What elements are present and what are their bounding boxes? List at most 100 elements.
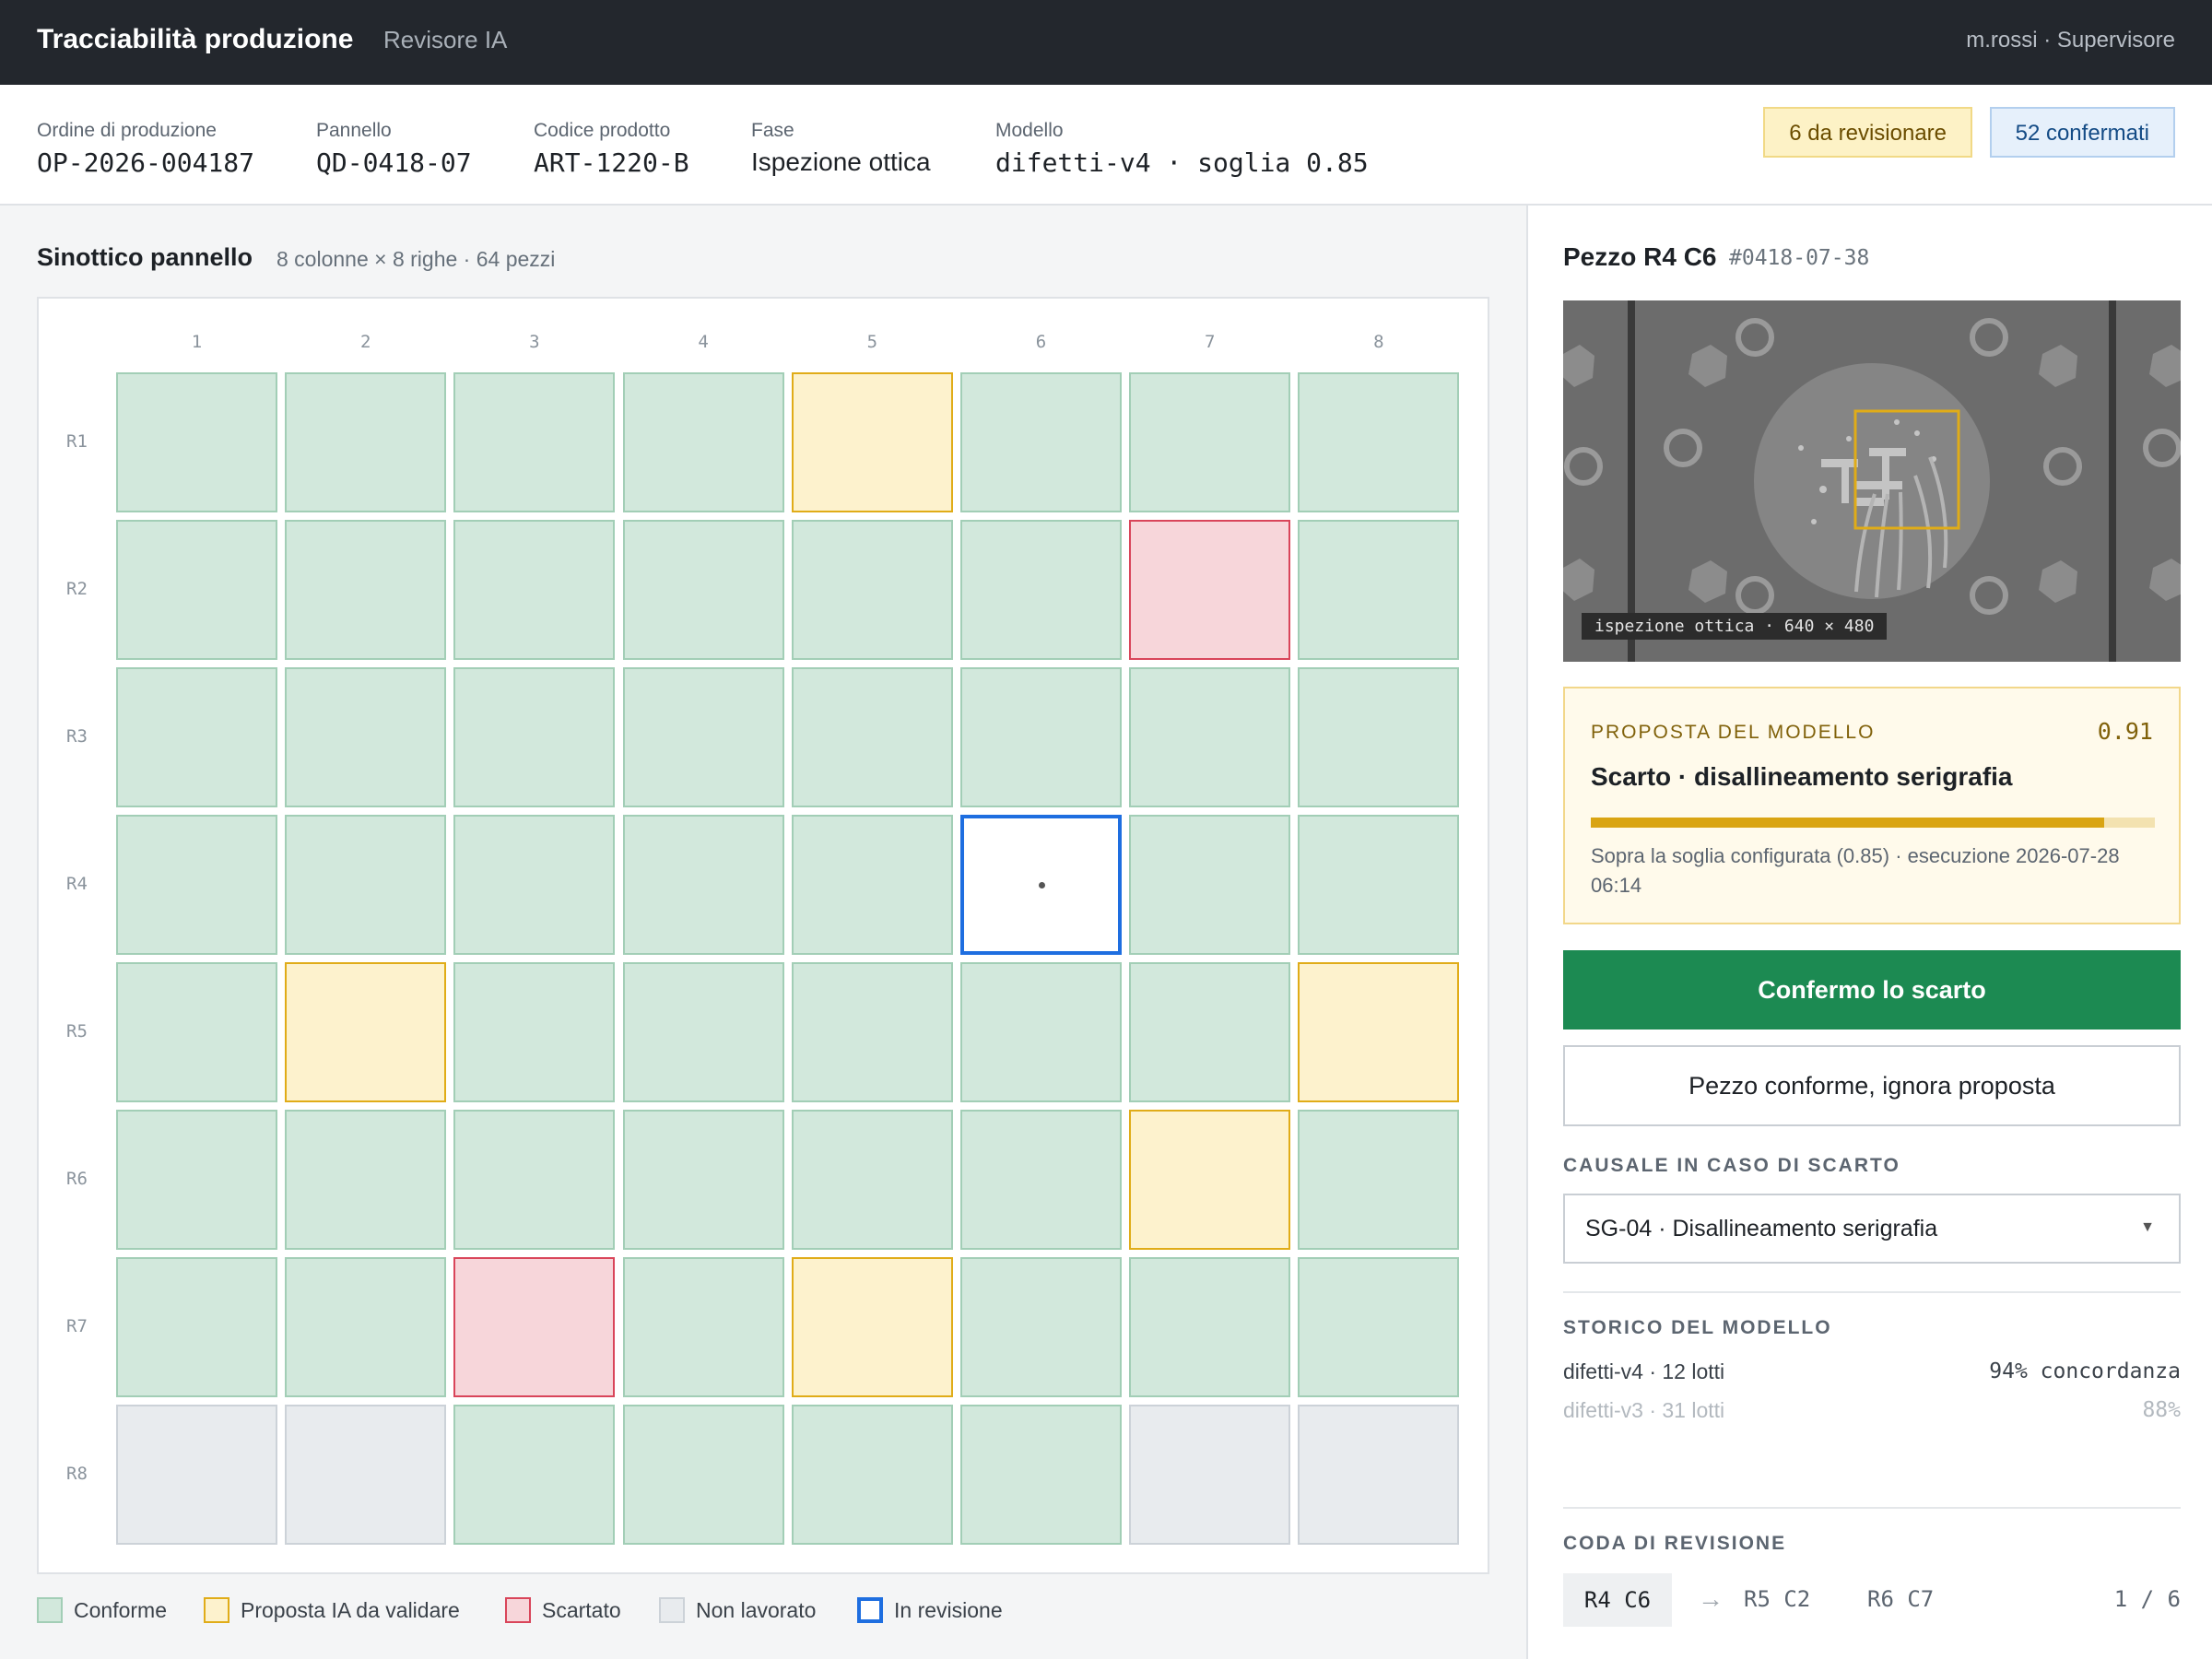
panel-cell-r6-c4[interactable] [622, 1110, 784, 1250]
panel-cell-r8-c5[interactable] [791, 1405, 953, 1545]
panel-cell-r7-c3[interactable] [453, 1257, 616, 1397]
panel-cell-r2-c2[interactable] [285, 520, 447, 660]
panel-cell-r5-c8[interactable] [1298, 962, 1460, 1102]
panel-cell-r5-c7[interactable] [1129, 962, 1291, 1102]
column-label: 7 [1204, 332, 1216, 352]
panel-cell-r7-c1[interactable] [116, 1257, 277, 1397]
panel-cell-r7-c2[interactable] [285, 1257, 447, 1397]
ignore-proposal-button[interactable]: Pezzo conforme, ignora proposta [1563, 1045, 2181, 1126]
panel-cell-r3-c3[interactable] [453, 667, 616, 807]
panel-cell-r5-c3[interactable] [453, 962, 616, 1102]
panel-cell-r8-c2[interactable] [285, 1405, 447, 1545]
panel-subtitle: 8 colonne × 8 righe · 64 pezzi [276, 247, 556, 271]
legend-proposta: Proposta IA da validare [204, 1596, 460, 1628]
panel-cell-r5-c5[interactable] [791, 962, 953, 1102]
to-review-badge[interactable]: 6 da revisionare [1763, 107, 1972, 158]
panel-cell-r4-c3[interactable] [453, 815, 616, 955]
panel-cell-r3-c8[interactable] [1298, 667, 1460, 807]
nav-link-ai-reviewer[interactable]: Revisore IA [383, 26, 507, 54]
panel-cell-r2-c3[interactable] [453, 520, 616, 660]
panel-cell-r1-c7[interactable] [1129, 372, 1291, 512]
panel-cell-r7-c5[interactable] [791, 1257, 953, 1397]
user-menu[interactable]: m.rossi · Supervisore [1966, 28, 2175, 53]
legend-non-lavorato: Non lavorato [659, 1596, 816, 1628]
panel-cell-r5-c2[interactable] [285, 962, 447, 1102]
legend-swatch [857, 1596, 883, 1623]
app-title[interactable]: Tracciabilità produzione [37, 24, 353, 55]
inspection-image[interactable]: ispezione ottica · 640 × 480 [1563, 300, 2181, 662]
panel-cell-r7-c8[interactable] [1298, 1257, 1460, 1397]
field-label: Codice prodotto [534, 120, 671, 141]
panel-cell-r4-c8[interactable] [1298, 815, 1460, 955]
panel-cell-r4-c6[interactable] [960, 815, 1122, 955]
panel-cell-r4-c4[interactable] [622, 815, 784, 955]
panel-cell-r3-c7[interactable] [1129, 667, 1291, 807]
panel-cell-r1-c6[interactable] [960, 372, 1122, 512]
history-score: 88% [2142, 1398, 2181, 1422]
panel-cell-r6-c3[interactable] [453, 1110, 616, 1250]
field-order: Ordine di produzione OP-2026-004187 [37, 120, 254, 178]
panel-cell-r2-c4[interactable] [622, 520, 784, 660]
panel-cell-r6-c1[interactable] [116, 1110, 277, 1250]
panel-cell-r4-c5[interactable] [791, 815, 953, 955]
panel-cell-r2-c1[interactable] [116, 520, 277, 660]
panel-cell-r1-c8[interactable] [1298, 372, 1460, 512]
panel-cell-r1-c4[interactable] [622, 372, 784, 512]
panel-cell-r8-c4[interactable] [622, 1405, 784, 1545]
panel-cell-r5-c1[interactable] [116, 962, 277, 1102]
panel-cell-r6-c5[interactable] [791, 1110, 953, 1250]
field-label: Pannello [316, 120, 392, 141]
panel-cell-r2-c6[interactable] [960, 520, 1122, 660]
field-label: Modello [995, 120, 1064, 141]
legend-label: Conforme [74, 1598, 167, 1622]
panel-cell-r1-c3[interactable] [453, 372, 616, 512]
panel-cell-r6-c7[interactable] [1129, 1110, 1291, 1250]
panel-cell-r6-c8[interactable] [1298, 1110, 1460, 1250]
queue-item[interactable]: R5 C2 [1744, 1586, 1810, 1612]
panel-cell-r3-c4[interactable] [622, 667, 784, 807]
inspection-image-render [1563, 300, 2181, 662]
panel-cell-r3-c6[interactable] [960, 667, 1122, 807]
column-label: 1 [191, 332, 203, 352]
panel-cell-r6-c6[interactable] [960, 1110, 1122, 1250]
cause-select[interactable]: SG-04 · Disallineamento serigrafia ▼ [1563, 1194, 2181, 1264]
confidence-bar [1591, 818, 2155, 828]
column-label: 2 [359, 332, 371, 352]
field-model: Modello difetti-v4 · soglia 0.85 [995, 120, 1369, 178]
panel-cell-r7-c7[interactable] [1129, 1257, 1291, 1397]
panel-cell-r4-c1[interactable] [116, 815, 277, 955]
panel-cell-r2-c8[interactable] [1298, 520, 1460, 660]
divider [1563, 1291, 2181, 1293]
panel-cell-r1-c5[interactable] [791, 372, 953, 512]
panel-cell-r8-c7[interactable] [1129, 1405, 1291, 1545]
queue-current-item[interactable]: R4 C6 [1563, 1573, 1672, 1627]
panel-cell-r8-c1[interactable] [116, 1405, 277, 1545]
piece-id: #0418-07-38 [1729, 246, 1870, 270]
panel-cell-r3-c2[interactable] [285, 667, 447, 807]
top-bar: Tracciabilità produzione Revisore IA m.r… [0, 0, 2212, 85]
panel-cell-r7-c6[interactable] [960, 1257, 1122, 1397]
review-queue: R4 C6 → R5 C2 R6 C7 1 / 6 [1563, 1573, 2181, 1627]
panel-cell-r1-c2[interactable] [285, 372, 447, 512]
confirmed-badge[interactable]: 52 confermati [1989, 107, 2175, 158]
field-panel: Pannello QD-0418-07 [316, 120, 472, 178]
panel-cell-r8-c8[interactable] [1298, 1405, 1460, 1545]
panel-cell-r4-c2[interactable] [285, 815, 447, 955]
queue-item[interactable]: R6 C7 [1867, 1586, 1934, 1612]
confirm-reject-button[interactable]: Confermo lo scarto [1563, 950, 2181, 1030]
panel-cell-r8-c6[interactable] [960, 1405, 1122, 1545]
panel-cell-r8-c3[interactable] [453, 1405, 616, 1545]
panel-cell-r3-c1[interactable] [116, 667, 277, 807]
piece-title: Pezzo R4 C6 [1563, 242, 1717, 271]
panel-cell-r2-c5[interactable] [791, 520, 953, 660]
panel-cell-r5-c4[interactable] [622, 962, 784, 1102]
row-label: R2 [66, 579, 88, 599]
panel-cell-r7-c4[interactable] [622, 1257, 784, 1397]
panel-grid: 1 2 3 4 5 6 7 8 R1 R2 R3 R4 R5 R6 R7 R8 [37, 297, 1489, 1574]
panel-cell-r6-c2[interactable] [285, 1110, 447, 1250]
panel-cell-r5-c6[interactable] [960, 962, 1122, 1102]
panel-cell-r2-c7[interactable] [1129, 520, 1291, 660]
panel-cell-r1-c1[interactable] [116, 372, 277, 512]
panel-cell-r3-c5[interactable] [791, 667, 953, 807]
panel-cell-r4-c7[interactable] [1129, 815, 1291, 955]
